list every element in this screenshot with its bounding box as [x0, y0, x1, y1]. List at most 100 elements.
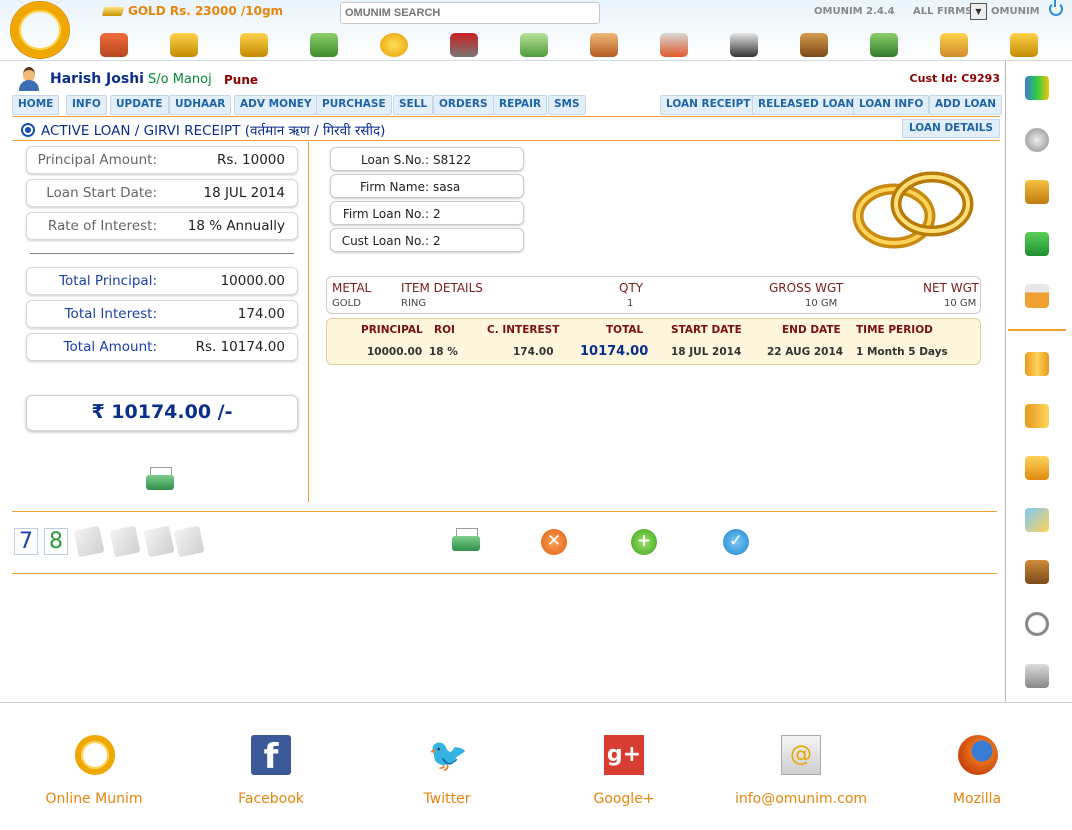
tag-icon[interactable]	[73, 525, 105, 558]
firm-loan-value: 2	[433, 207, 441, 221]
nav-loan-info[interactable]: LOAN INFO	[853, 95, 930, 115]
total-interest-box: Total Interest: 174.00	[26, 300, 298, 328]
customer-name[interactable]: Harish Joshi	[50, 71, 144, 87]
calc-c-interest: 174.00	[513, 346, 554, 358]
total-interest-value: 174.00	[237, 306, 285, 322]
gold-coins-icon[interactable]	[240, 33, 268, 57]
cust-loan-label: Cust Loan No.:	[341, 234, 429, 248]
number-8-button[interactable]: 8	[44, 528, 68, 555]
omunim-logo[interactable]	[11, 2, 69, 58]
loan-start-value: 18 JUL 2014	[203, 185, 285, 201]
twitter-icon[interactable]: 🐦	[428, 735, 468, 775]
nav-sms[interactable]: SMS	[548, 95, 586, 115]
person-icon[interactable]	[590, 33, 618, 57]
person-add-icon[interactable]	[660, 33, 688, 57]
nav-repair[interactable]: REPAIR	[493, 95, 548, 115]
money-bill-icon[interactable]	[520, 33, 548, 57]
grand-total: ₹ 10174.00 /-	[26, 395, 298, 431]
stopwatch-icon[interactable]	[1025, 612, 1049, 636]
email-icon[interactable]: @	[781, 735, 821, 775]
search-input[interactable]	[340, 2, 600, 24]
mozilla-icon[interactable]	[958, 735, 998, 775]
nav-udhaar[interactable]: UDHAAR	[169, 95, 232, 115]
new-badge-icon[interactable]	[380, 33, 408, 57]
confirm-button[interactable]: ✓	[723, 529, 749, 555]
footer-link-email[interactable]: info@omunim.com	[721, 791, 881, 807]
power-icon[interactable]	[1049, 0, 1063, 16]
footer-link-mozilla[interactable]: Mozilla	[897, 791, 1057, 807]
money-bag-icon[interactable]	[800, 33, 828, 57]
nav-loan-receipt[interactable]: LOAN RECEIPT	[660, 95, 757, 115]
user-name: OMUNIM	[991, 6, 1040, 17]
print-summary-icon[interactable]	[146, 467, 174, 493]
coins-hand-icon[interactable]	[940, 33, 968, 57]
facebook-icon[interactable]: f	[251, 735, 291, 777]
nav-update[interactable]: UPDATE	[110, 95, 169, 115]
add-button[interactable]: +	[631, 529, 657, 555]
home-icon[interactable]	[100, 33, 128, 57]
notepad-icon[interactable]	[143, 525, 175, 558]
nav-sell[interactable]: SELL	[393, 95, 434, 115]
calc-header-start-date: START DATE	[671, 324, 742, 336]
calculator-icon[interactable]	[1025, 664, 1049, 688]
footer-link-online-munim[interactable]: Online Munim	[14, 791, 174, 807]
nav-orders[interactable]: ORDERS	[433, 95, 494, 115]
footer-link-twitter[interactable]: Twitter	[367, 791, 527, 807]
sidebar-separator	[1008, 329, 1066, 331]
notes-icon[interactable]	[173, 525, 205, 558]
nav-home[interactable]: HOME	[12, 95, 60, 115]
nav-adv-money[interactable]: ADV MONEY	[234, 95, 318, 115]
nav-released-loan[interactable]: RELEASED LOAN	[752, 95, 861, 115]
panel-divider	[308, 142, 309, 502]
loan-sno-value: S8122	[433, 153, 472, 167]
bar-graph-icon[interactable]	[1025, 456, 1049, 480]
footer-link-google-plus[interactable]: Google+	[544, 791, 704, 807]
item-header-gross-wgt: GROSS WGT	[769, 281, 844, 295]
right-sidebar-divider	[1005, 61, 1006, 702]
notebook-icon[interactable]	[1025, 404, 1049, 428]
cancel-button[interactable]: ✕	[541, 529, 567, 555]
nav-purchase[interactable]: PURCHASE	[316, 95, 392, 115]
bar-chart-icon[interactable]	[1010, 33, 1038, 57]
tools-icon[interactable]	[450, 33, 478, 57]
nav-add-loan[interactable]: ADD LOAN	[929, 95, 1003, 115]
total-amount-box: Total Amount: Rs. 10174.00	[26, 333, 298, 361]
footer-link-facebook[interactable]: Facebook	[191, 791, 351, 807]
calc-header-roi: ROI	[434, 324, 455, 336]
item-header-details: ITEM DETAILS	[401, 281, 483, 295]
gold-coins-add-icon[interactable]	[170, 33, 198, 57]
ledger-icon[interactable]	[1025, 352, 1049, 376]
firm-name-box: Firm Name: sasa	[330, 174, 524, 198]
firm-loan-box: Firm Loan No.: 2	[330, 201, 524, 225]
report-chart-icon[interactable]	[1025, 76, 1049, 100]
page-title: ACTIVE LOAN / GIRVI RECEIPT (वर्तमान ऋण …	[41, 123, 386, 139]
money-hand-icon[interactable]	[310, 33, 338, 57]
active-loan-radio[interactable]	[21, 123, 35, 137]
calc-principal: 10000.00	[367, 346, 423, 358]
nav-info[interactable]: INFO	[66, 95, 107, 115]
settings-gear-icon[interactable]	[1025, 128, 1049, 152]
sms-icon[interactable]	[1025, 232, 1049, 256]
print-receipt-icon[interactable]	[452, 528, 480, 554]
item-header-net-wgt: NET WGT	[923, 281, 979, 295]
total-principal-value: 10000.00	[220, 273, 285, 289]
gold-bar-icon	[101, 6, 125, 16]
calc-header-principal: PRINCIPAL	[361, 324, 423, 336]
loan-details-button[interactable]: LOAN DETAILS	[901, 119, 1000, 138]
principal-amount-box: Principal Amount: Rs. 10000	[26, 146, 298, 174]
google-plus-icon[interactable]: g+	[604, 735, 644, 775]
hierarchy-icon[interactable]	[1025, 180, 1049, 204]
firm-select-dropdown[interactable]: ▼	[970, 3, 987, 20]
scale-icon[interactable]	[1025, 560, 1049, 584]
interest-calculation-table: PRINCIPAL ROI C. INTEREST TOTAL START DA…	[326, 318, 981, 365]
tag-add-icon[interactable]	[109, 525, 141, 558]
supplier-icon[interactable]	[730, 33, 758, 57]
number-7-button[interactable]: 7	[14, 528, 38, 555]
firm-select-label[interactable]: ALL FIRMS	[913, 6, 972, 17]
puzzle-icon[interactable]	[1025, 508, 1049, 532]
top-bar: GOLD Rs. 23000 /10gm OMUNIM 2.4.4 ALL FI…	[0, 0, 1072, 61]
calendar-icon[interactable]	[1025, 284, 1049, 308]
cash-stack-icon[interactable]	[870, 33, 898, 57]
total-principal-box: Total Principal: 10000.00	[26, 267, 298, 295]
online-munim-icon[interactable]	[75, 735, 115, 775]
